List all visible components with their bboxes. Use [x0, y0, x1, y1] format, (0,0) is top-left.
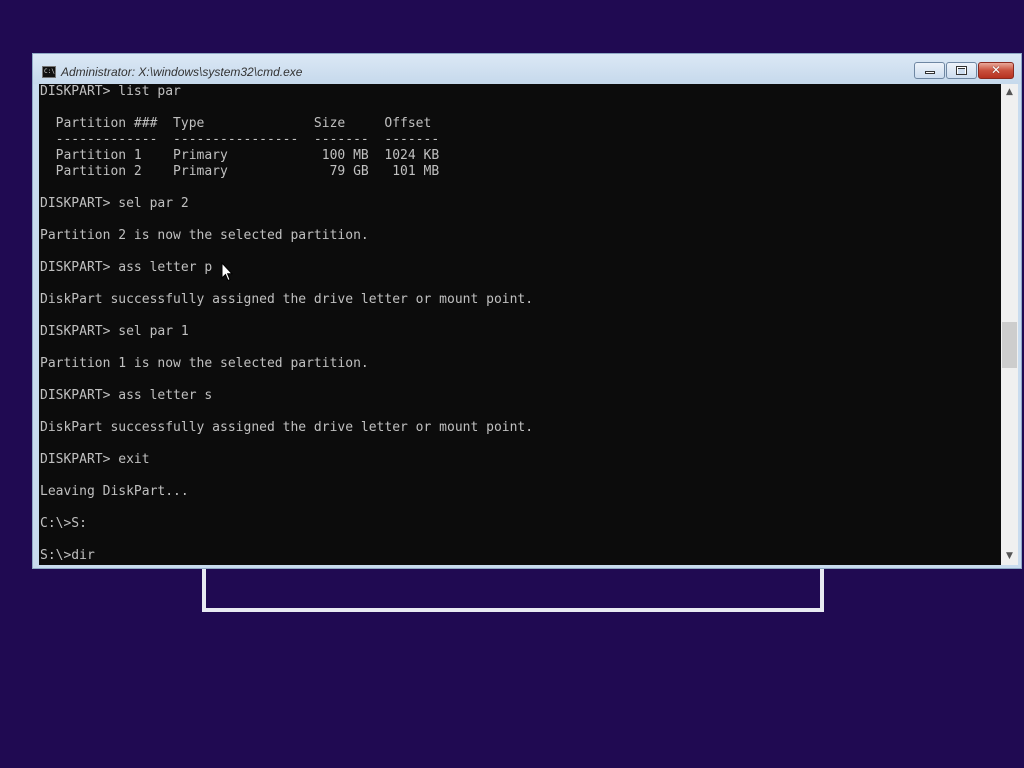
scroll-up-button[interactable]: ▲	[1001, 84, 1018, 101]
minimize-icon	[925, 71, 935, 74]
console-area[interactable]: DISKPART> list par Partition ### Type Si…	[39, 84, 1001, 565]
desktop-background: C:\ Administrator: X:\windows\system32\c…	[0, 0, 1024, 768]
console-line: DISKPART> ass letter p	[40, 260, 213, 275]
console-line: ------------- ---------------- ------- -…	[40, 132, 440, 147]
console-line: Partition ### Type Size Offset	[40, 116, 432, 131]
console-line: Partition 1 is now the selected partitio…	[40, 356, 369, 371]
console-line: Partition 1 Primary 100 MB 1024 KB	[40, 148, 440, 163]
maximize-icon	[956, 66, 967, 75]
console-line: S:\>dir	[40, 548, 95, 563]
cmd-window[interactable]: C:\ Administrator: X:\windows\system32\c…	[32, 53, 1022, 569]
minimize-button[interactable]	[914, 62, 945, 79]
mouse-pointer-icon	[221, 262, 233, 282]
scroll-down-button[interactable]: ▼	[1001, 548, 1018, 565]
console-line: DISKPART> exit	[40, 452, 150, 467]
title-bar[interactable]: C:\ Administrator: X:\windows\system32\c…	[33, 54, 1021, 84]
window-title: Administrator: X:\windows\system32\cmd.e…	[61, 65, 303, 79]
console-line: Partition 2 is now the selected partitio…	[40, 228, 369, 243]
chevron-up-icon: ▲	[1006, 87, 1013, 97]
console-line: Leaving DiskPart...	[40, 484, 189, 499]
console-line: DISKPART> sel par 1	[40, 324, 189, 339]
cmd-icon[interactable]: C:\	[42, 66, 56, 78]
console-line: DISKPART> ass letter s	[40, 388, 213, 403]
console-line: DiskPart successfully assigned the drive…	[40, 420, 534, 435]
console-line: DiskPart successfully assigned the drive…	[40, 292, 534, 307]
console-output: DISKPART> list par Partition ### Type Si…	[40, 84, 533, 564]
console-line: Partition 2 Primary 79 GB 101 MB	[40, 164, 440, 179]
close-icon: ✕	[990, 63, 1002, 77]
maximize-button[interactable]	[946, 62, 977, 79]
console-line: DISKPART> sel par 2	[40, 196, 189, 211]
console-line: C:\>S:	[40, 516, 87, 531]
close-button[interactable]: ✕	[978, 62, 1014, 79]
chevron-down-icon: ▼	[1006, 551, 1013, 561]
vertical-scrollbar[interactable]: ▲ ▼	[1001, 84, 1018, 565]
console-line: DISKPART> list par	[40, 84, 181, 99]
scroll-thumb[interactable]	[1002, 321, 1017, 368]
